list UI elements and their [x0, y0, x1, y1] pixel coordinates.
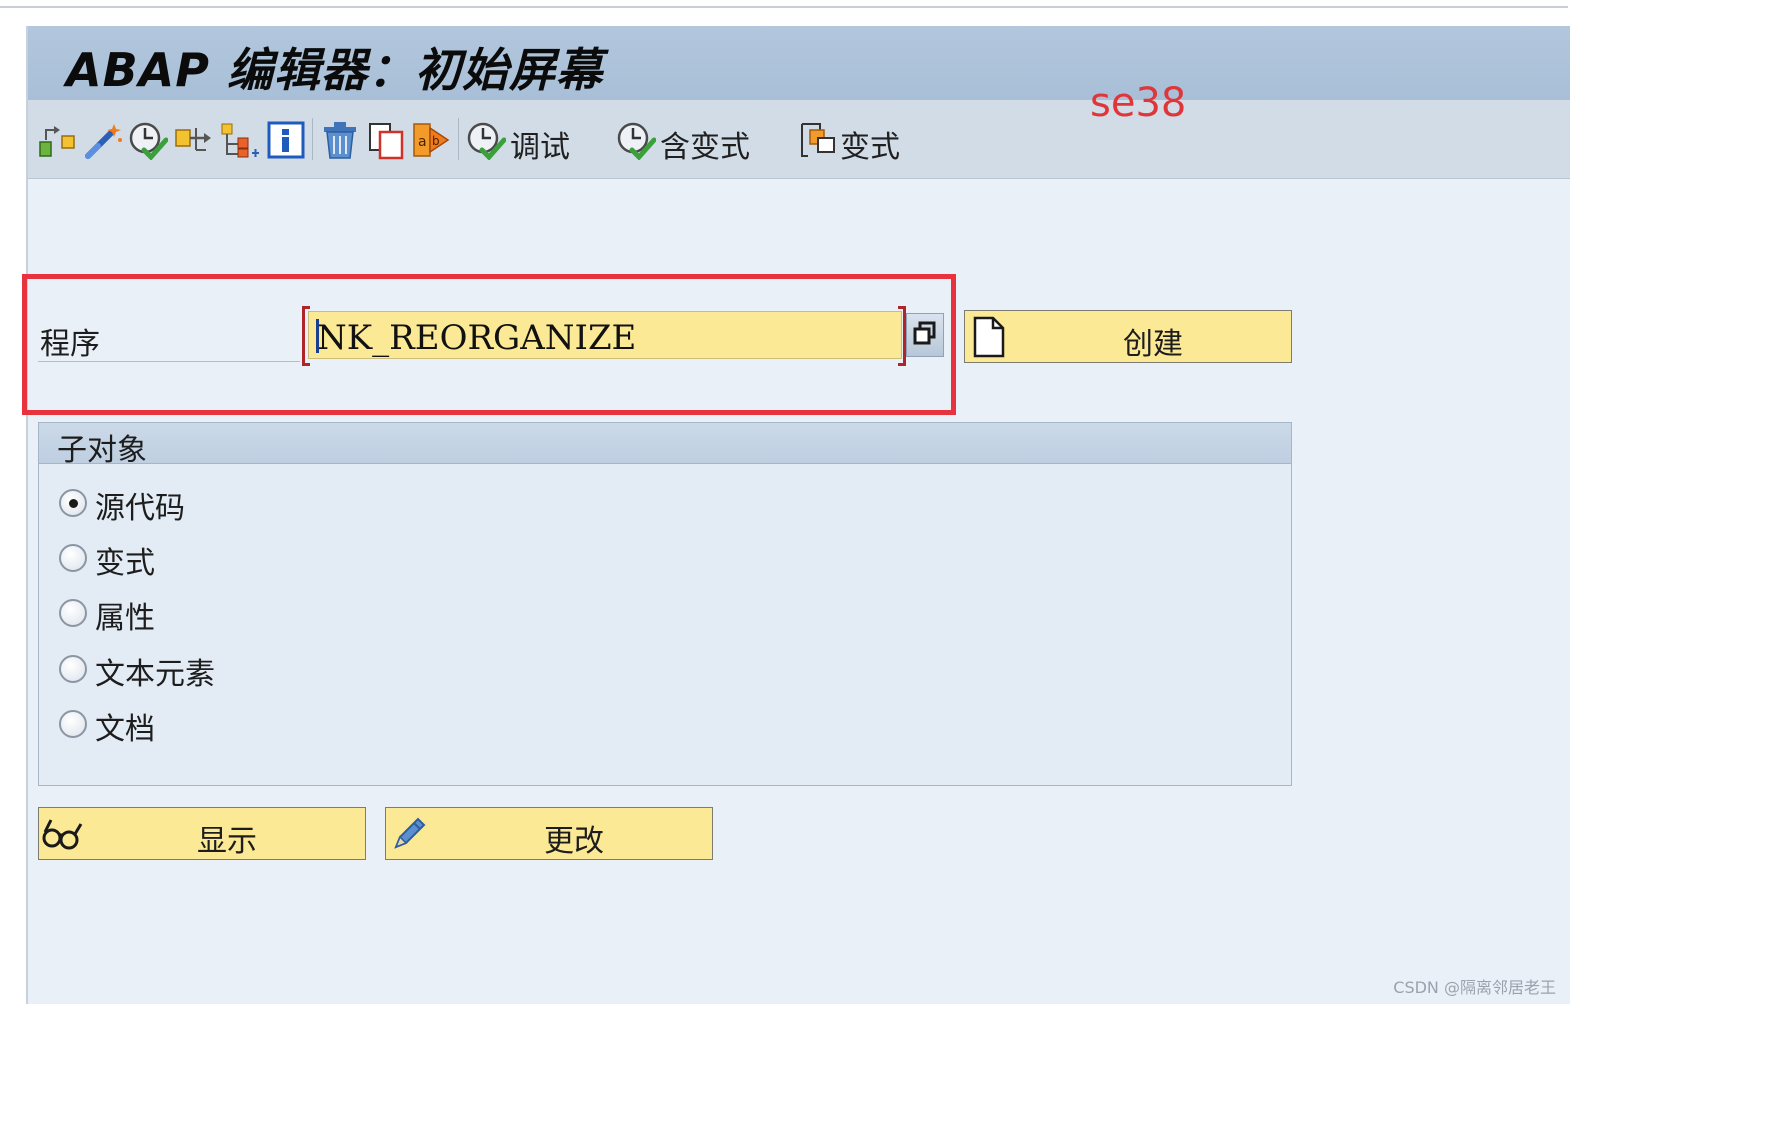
annotation-tcode: se38	[1090, 80, 1187, 126]
pencil-icon	[394, 817, 426, 849]
svg-text:a: a	[418, 134, 427, 150]
change-button-label: 更改	[544, 824, 604, 859]
radio-button[interactable]	[59, 599, 87, 627]
debug-icon[interactable]	[466, 120, 507, 161]
page-title: ABAP 编辑器：初始屏幕	[66, 43, 603, 97]
radio-label: 变式	[95, 546, 155, 581]
subobjects-header: 子对象	[39, 423, 1291, 468]
display-button[interactable]: 显示	[38, 807, 366, 860]
execute-with-variant-button[interactable]: 含变式	[660, 122, 750, 166]
variants-icon[interactable]	[798, 120, 838, 160]
where-used-icon[interactable]	[174, 120, 214, 160]
application-toolbar: a b 调试 含变式 变式	[28, 100, 1570, 179]
value-help-button[interactable]	[906, 313, 944, 357]
top-border	[0, 6, 1568, 8]
toolbar-separator	[458, 118, 459, 160]
debug-button[interactable]: 调试	[510, 122, 570, 166]
left-margin	[0, 10, 26, 1004]
radio-button-selected[interactable]	[59, 489, 87, 517]
input-focus-bracket-left	[302, 306, 310, 366]
display-object-list-icon[interactable]	[220, 120, 260, 160]
radio-attributes[interactable]: 属性	[59, 593, 459, 637]
sap-window: ABAP 编辑器：初始屏幕 a b 调试 含变式 变式 se38 程序 NK_R…	[22, 26, 1570, 1004]
radio-button[interactable]	[59, 655, 87, 683]
text-cursor	[316, 319, 319, 353]
create-button[interactable]: 创建	[964, 310, 1292, 363]
create-button-label: 创建	[1123, 327, 1183, 362]
info-icon[interactable]	[266, 120, 306, 160]
new-document-icon	[973, 316, 1005, 358]
variants-button[interactable]: 变式	[840, 122, 900, 166]
radio-source-code[interactable]: 源代码	[59, 483, 459, 527]
input-focus-bracket-right	[898, 306, 906, 366]
check-syntax-icon[interactable]	[128, 120, 169, 161]
watermark: CSDN @隔离邻居老王	[1393, 978, 1556, 997]
radio-button[interactable]	[59, 544, 87, 572]
radio-label: 文本元素	[95, 657, 215, 692]
title-bar: ABAP 编辑器：初始屏幕	[28, 26, 1570, 100]
rename-icon[interactable]: a b	[412, 120, 452, 160]
subobjects-group: 子对象 源代码 变式 属性 文本元素 文档	[38, 422, 1292, 786]
execute-with-variant-icon[interactable]	[616, 120, 657, 161]
copy-icon[interactable]	[366, 120, 406, 160]
program-label-underline	[38, 361, 300, 362]
radio-label: 属性	[95, 601, 155, 636]
toolbar-separator	[312, 118, 313, 160]
delete-icon[interactable]	[320, 120, 360, 160]
subobjects-title: 子对象	[57, 433, 147, 468]
radio-label: 源代码	[95, 491, 185, 526]
svg-text:b: b	[432, 134, 440, 148]
program-label: 程序	[40, 327, 100, 362]
radio-label: 文档	[95, 712, 155, 747]
radio-variants[interactable]: 变式	[59, 538, 459, 582]
program-input[interactable]	[308, 311, 902, 359]
value-help-icon	[913, 321, 936, 345]
radio-button[interactable]	[59, 710, 87, 738]
glasses-icon	[42, 819, 83, 850]
magic-wand-icon[interactable]	[84, 120, 124, 160]
radio-text-elements[interactable]: 文本元素	[59, 649, 459, 693]
change-button[interactable]: 更改	[385, 807, 713, 860]
radio-documentation[interactable]: 文档	[59, 704, 459, 748]
other-object-icon[interactable]	[38, 120, 78, 160]
display-button-label: 显示	[197, 824, 257, 859]
